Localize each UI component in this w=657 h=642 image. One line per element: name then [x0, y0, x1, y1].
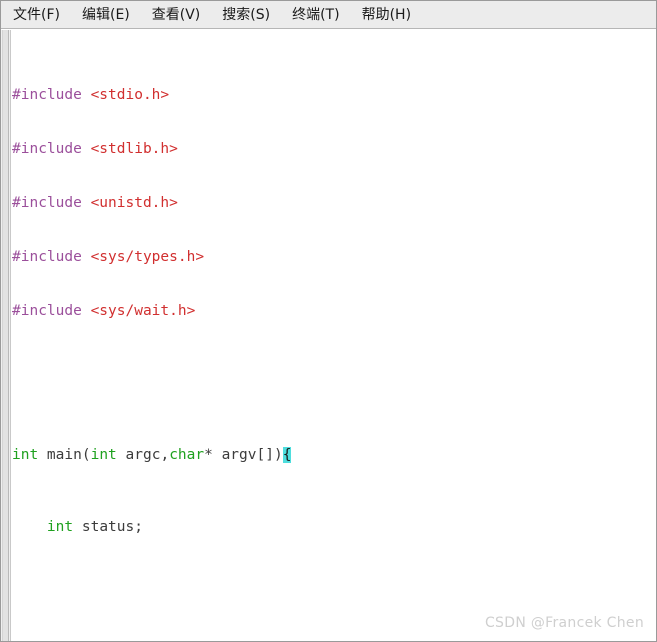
vertical-scrollbar[interactable]: [1, 30, 11, 641]
code-view[interactable]: #include <stdio.h> #include <stdlib.h> #…: [12, 30, 656, 641]
menu-item-view[interactable]: 查看(V): [152, 8, 201, 22]
token-type: char: [169, 447, 205, 463]
token-header: <sys/types.h>: [90, 249, 205, 265]
token-header: <sys/wait.h>: [90, 303, 196, 319]
code-line: #include <unistd.h>: [12, 194, 656, 212]
token-type: int: [90, 447, 117, 463]
token-type: int: [12, 447, 39, 463]
scrollbar-thumb[interactable]: [2, 30, 9, 641]
menu-item-file[interactable]: 文件(F): [13, 8, 60, 22]
menubar: 文件(F) 编辑(E) 查看(V) 搜索(S) 终端(T) 帮助(H): [1, 1, 656, 29]
menu-item-search[interactable]: 搜索(S): [222, 8, 270, 22]
token-header: <unistd.h>: [90, 195, 178, 211]
token-preprocessor: #include: [12, 195, 91, 211]
editor-window: 文件(F) 编辑(E) 查看(V) 搜索(S) 终端(T) 帮助(H) #inc…: [0, 0, 657, 642]
code-line: #include <stdio.h>: [12, 86, 656, 104]
code-line: #include <sys/types.h>: [12, 248, 656, 266]
token-type: int: [46, 519, 74, 535]
menu-item-terminal[interactable]: 终端(T): [292, 8, 339, 22]
menu-item-help[interactable]: 帮助(H): [362, 8, 411, 22]
editor-area[interactable]: #include <stdio.h> #include <stdlib.h> #…: [1, 30, 656, 641]
menu-item-edit[interactable]: 编辑(E): [82, 8, 130, 22]
token-preprocessor: #include: [12, 303, 91, 319]
token-header: <stdio.h>: [90, 87, 170, 103]
code-line: int main(int argc,char* argv[]){: [12, 447, 292, 463]
code-line: int status;: [46, 519, 143, 535]
token-preprocessor: #include: [12, 141, 91, 157]
brace-match-highlight: {: [282, 447, 292, 463]
token-preprocessor: #include: [12, 249, 91, 265]
code-line: #include <sys/wait.h>: [12, 302, 656, 320]
token-preprocessor: #include: [12, 87, 91, 103]
token-header: <stdlib.h>: [90, 141, 178, 157]
code-line: #include <stdlib.h>: [12, 140, 656, 158]
watermark: CSDN @Francek Chen: [484, 615, 644, 631]
